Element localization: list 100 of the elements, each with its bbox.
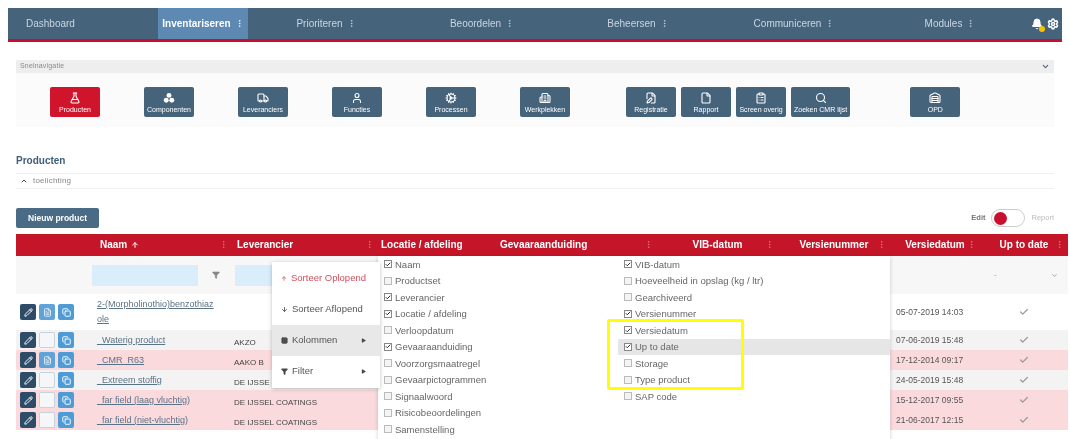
column-option[interactable]: Naam (378, 258, 421, 270)
column-option[interactable]: Productset (378, 275, 441, 287)
copy-button[interactable] (58, 392, 74, 408)
column-option[interactable]: Samenstelling (378, 423, 455, 435)
column-option[interactable]: Verloopdatum (378, 324, 454, 336)
column-menu-icon[interactable] (765, 240, 774, 249)
copy-button[interactable] (58, 352, 74, 368)
column-header[interactable]: Gevaaraanduiding (500, 239, 588, 251)
nav-tab[interactable]: Prioriteren (248, 8, 404, 39)
edit-button[interactable] (20, 392, 36, 408)
menu-item[interactable]: Sorteer Oplopend (272, 263, 380, 294)
pencil-icon (23, 415, 33, 425)
column-header[interactable]: Leverancier (237, 239, 294, 251)
table-cell: 15-12-2017 09:55 (896, 393, 964, 407)
column-option[interactable]: Versienummer (618, 308, 697, 320)
checkbox[interactable] (384, 260, 392, 269)
edit-button[interactable] (20, 332, 36, 348)
column-option[interactable]: Storage (618, 357, 669, 369)
column-header[interactable]: Versiedatum (905, 239, 965, 251)
checkbox[interactable] (624, 276, 632, 285)
copy-button[interactable] (58, 412, 74, 428)
mode-toggle[interactable] (991, 209, 1026, 227)
product-link[interactable]: 2-(Morpholinothio)benzothiazole (97, 297, 216, 327)
checkbox[interactable] (624, 375, 632, 384)
checkbox[interactable] (384, 425, 392, 434)
document-button[interactable] (39, 304, 55, 320)
product-link[interactable]: _Waterig product (97, 332, 216, 348)
column-option[interactable]: Versiedatum (618, 324, 688, 336)
menu-item[interactable]: Sorteer Aflopend (272, 294, 380, 325)
settings-icon[interactable] (1047, 17, 1059, 30)
column-option[interactable]: Type product (618, 374, 690, 386)
checkbox[interactable] (624, 293, 632, 302)
checkbox[interactable] (624, 260, 632, 269)
column-option[interactable]: Leverancier (378, 291, 445, 303)
copy-icon (61, 307, 71, 317)
new-product-button[interactable]: Nieuw product (16, 208, 100, 228)
copy-button[interactable] (58, 304, 74, 320)
nav-tab[interactable]: Dashboard (8, 8, 158, 39)
checkbox[interactable] (624, 309, 632, 318)
column-header[interactable]: VIB-datum (692, 239, 743, 251)
copy-button[interactable] (58, 332, 74, 348)
column-option[interactable]: Gearchiveerd (618, 291, 693, 303)
document-icon (42, 307, 52, 317)
filter-input[interactable] (92, 264, 198, 286)
column-menu-icon[interactable] (365, 240, 374, 249)
bell-icon[interactable] (1031, 17, 1043, 30)
product-link[interactable]: _Extreem stoffig (97, 372, 216, 388)
column-option[interactable]: Voorzorgsmaatregel (378, 357, 481, 369)
checkbox[interactable] (624, 342, 632, 351)
explanation-toggle[interactable]: toelichting (16, 173, 1054, 189)
nav-tab[interactable]: Inventariseren (158, 8, 248, 39)
column-option[interactable]: Up to date (618, 341, 679, 353)
column-header[interactable]: Up to date (999, 239, 1049, 251)
edit-button[interactable] (20, 352, 36, 368)
edit-button[interactable] (20, 372, 36, 388)
product-link[interactable]: _far field (laag vluchtig) (97, 392, 216, 408)
nav-tab[interactable]: Communiceren (716, 8, 872, 39)
column-header[interactable]: Locatie / afdeling (381, 239, 463, 251)
column-menu-icon[interactable] (219, 240, 228, 249)
column-option[interactable]: Gevaaraanduiding (378, 341, 473, 353)
checkbox[interactable] (384, 342, 392, 351)
menu-item[interactable]: Filter (272, 356, 380, 387)
chevron-down-icon[interactable] (1041, 62, 1050, 71)
column-option[interactable]: Gevaarpictogrammen (378, 374, 487, 386)
column-header[interactable]: Naam (100, 239, 128, 251)
column-menu-icon[interactable] (877, 240, 886, 249)
checkbox[interactable] (384, 293, 392, 302)
copy-button[interactable] (58, 372, 74, 388)
column-menu-icon[interactable] (967, 240, 976, 249)
checkbox[interactable] (384, 375, 392, 384)
table-cell: 05-07-2019 14:03 (896, 305, 964, 319)
column-option[interactable]: VIB-datum (618, 258, 680, 270)
product-link[interactable]: _CMR_R63 (97, 352, 216, 368)
column-menu-icon[interactable] (1055, 240, 1064, 249)
checkbox[interactable] (624, 392, 632, 401)
checkbox[interactable] (624, 359, 632, 368)
column-header[interactable]: Versienummer (799, 239, 869, 251)
edit-button[interactable] (20, 412, 36, 428)
menu-item[interactable]: Kolommen (272, 325, 380, 356)
column-option[interactable]: Signaalwoord (378, 390, 453, 402)
column-menu-icon[interactable] (644, 240, 653, 249)
filter-icon[interactable] (212, 271, 220, 279)
document-button[interactable] (39, 352, 55, 368)
edit-button[interactable] (20, 304, 36, 320)
checkbox[interactable] (384, 326, 392, 335)
pencil-icon (23, 307, 33, 317)
checkbox[interactable] (384, 309, 392, 318)
nav-tab[interactable]: Modules (872, 8, 1028, 39)
checkbox[interactable] (384, 359, 392, 368)
column-option[interactable]: Hoeveelheid in opslag (kg / ltr) (618, 275, 764, 287)
nav-tab[interactable]: Beoordelen (404, 8, 560, 39)
checkbox[interactable] (624, 326, 632, 335)
column-option[interactable]: Locatie / afdeling (378, 308, 467, 320)
checkbox[interactable] (384, 392, 392, 401)
nav-tab[interactable]: Beheersen (560, 8, 716, 39)
product-link[interactable]: _far field (niet-vluchtig) (97, 412, 216, 428)
checkbox[interactable] (384, 276, 392, 285)
checkbox[interactable] (384, 408, 392, 417)
column-option[interactable]: Risicobeoordelingen (378, 407, 482, 419)
column-option[interactable]: SAP code (618, 390, 678, 402)
